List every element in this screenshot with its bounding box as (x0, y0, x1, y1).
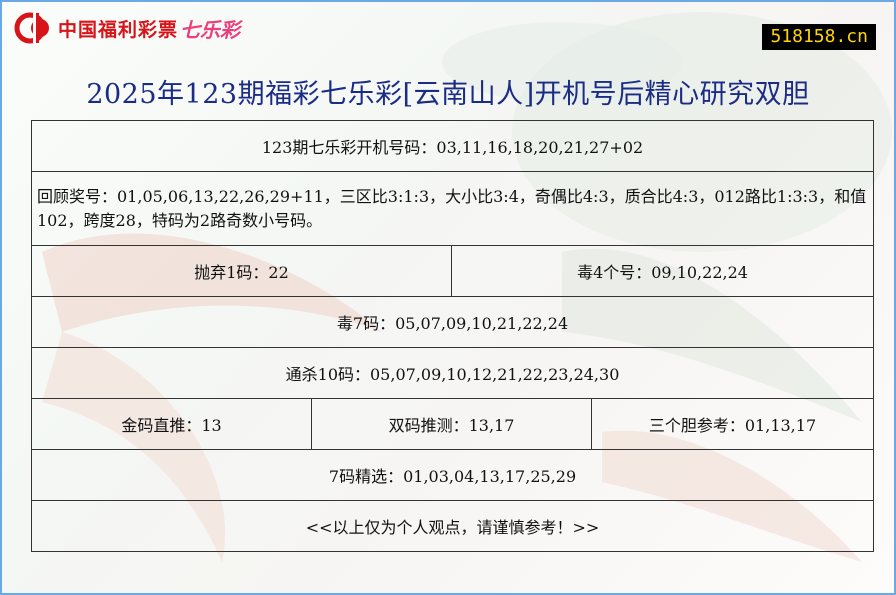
kill10-cell: 通杀10码：05,07,09,10,12,21,22,23,24,30 (30, 347, 875, 399)
lottery-logo: 中国福利彩票 七乐彩 (14, 10, 240, 46)
poison4-cell: 毒4个号：09,10,22,24 (450, 245, 875, 297)
gold-code-cell: 金码直推：13 (31, 398, 312, 450)
three-bile-cell: 三个胆参考：01,13,17 (590, 398, 875, 450)
review-cell: 回顾奖号：01,05,06,13,22,26,29+11，三区比3:1:3，大小… (30, 171, 875, 246)
table-row: 抛弃1码：22 毒4个号：09,10,22,24 (31, 245, 875, 297)
site-badge[interactable]: 518158.cn (762, 24, 876, 50)
select7-cell: 7码精选：01,03,04,13,17,25,29 (30, 449, 875, 501)
table-row: 通杀10码：05,07,09,10,12,21,22,23,24,30 (30, 347, 875, 399)
kaiji-numbers-cell: 123期七乐彩开机号码：03,11,16,18,20,21,27+02 (30, 120, 875, 172)
welfare-lottery-logo-icon (14, 12, 49, 44)
poison7-cell: 毒7码：05,07,09,10,21,22,24 (30, 296, 875, 348)
logo-product-text: 七乐彩 (180, 17, 241, 42)
discard-cell: 抛弃1码：22 (31, 245, 452, 297)
page-frame: 中国福利彩票 七乐彩 518158.cn 2025年123期福彩七乐彩[云南山人… (0, 0, 896, 595)
table-row: 毒7码：05,07,09,10,21,22,24 (30, 296, 875, 348)
double-code-cell: 双码推测：13,17 (311, 398, 592, 450)
logo-text: 中国福利彩票 (58, 18, 179, 41)
disclaimer-cell: <<以上仅为个人观点，请谨慎参考！>> (30, 500, 875, 552)
table-row: <<以上仅为个人观点，请谨慎参考！>> (30, 500, 875, 552)
prediction-table: 123期七乐彩开机号码：03,11,16,18,20,21,27+02 回顾奖号… (30, 120, 875, 552)
table-row: 回顾奖号：01,05,06,13,22,26,29+11，三区比3:1:3，大小… (30, 171, 875, 246)
table-row: 123期七乐彩开机号码：03,11,16,18,20,21,27+02 (30, 120, 875, 172)
page-title: 2025年123期福彩七乐彩[云南山人]开机号后精心研究双胆 (86, 79, 810, 110)
table-row: 金码直推：13 双码推测：13,17 三个胆参考：01,13,17 (31, 398, 875, 450)
table-row: 7码精选：01,03,04,13,17,25,29 (30, 449, 875, 501)
